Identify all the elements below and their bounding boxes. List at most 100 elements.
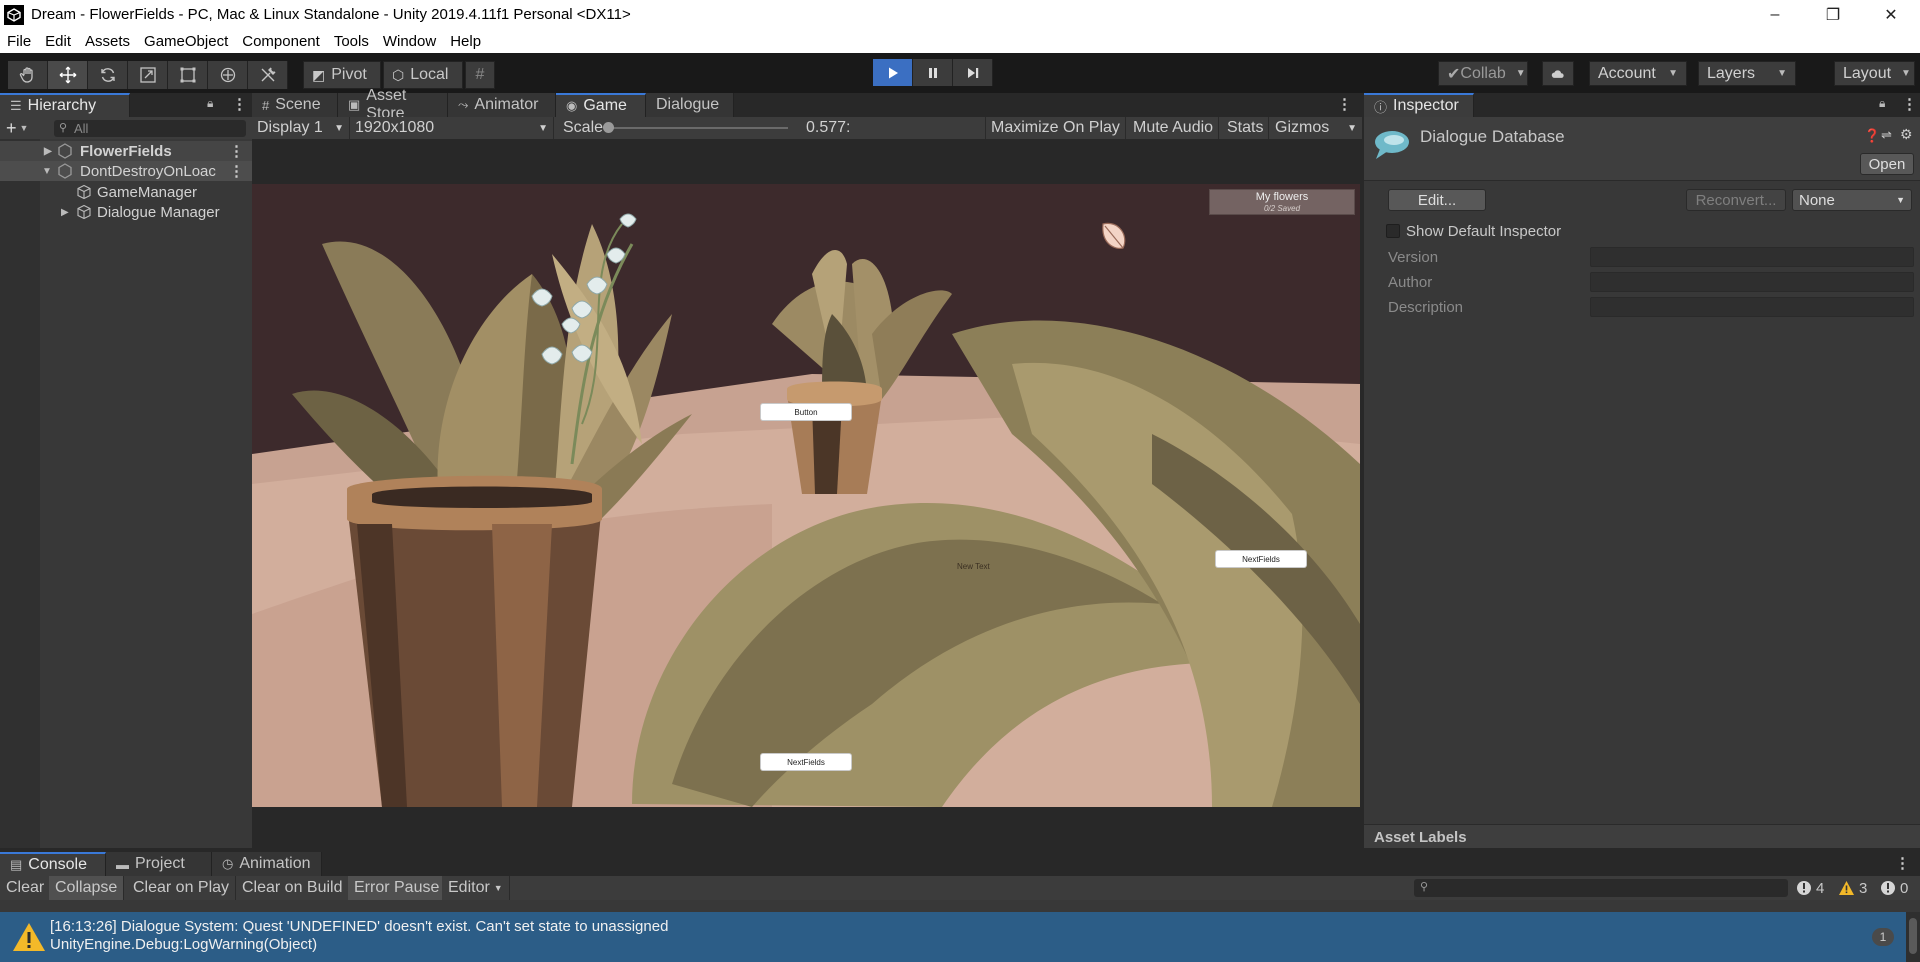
console-scrollbar[interactable] bbox=[1906, 912, 1920, 962]
cloud-button[interactable] bbox=[1542, 61, 1574, 86]
tab-game[interactable]: ◉ Game bbox=[556, 93, 646, 117]
my-flowers-panel[interactable]: My flowers 0/2 Saved bbox=[1209, 189, 1355, 215]
info-count-toggle[interactable]: 4 bbox=[1796, 876, 1824, 900]
menu-help[interactable]: Help bbox=[443, 33, 488, 50]
layers-dropdown[interactable]: Layers ▼ bbox=[1698, 61, 1796, 86]
minimize-button[interactable]: – bbox=[1746, 0, 1804, 29]
grid-snap-button[interactable]: # bbox=[465, 61, 495, 89]
game-render-view[interactable]: Button NextFields NextFields New Text bbox=[252, 184, 1360, 807]
tab-animation[interactable]: ◷ Animation bbox=[212, 852, 322, 876]
tab-hierarchy[interactable]: ☰ Hierarchy bbox=[0, 93, 130, 117]
pause-button[interactable] bbox=[913, 59, 953, 86]
console-search-input[interactable]: ⚲ bbox=[1414, 879, 1788, 897]
hierarchy-item-dialoguemanager[interactable]: ▶ Dialogue Manager bbox=[0, 202, 252, 222]
resolution-dropdown[interactable]: 1920x1080 ▼ bbox=[350, 117, 554, 139]
edit-button[interactable]: Edit... bbox=[1388, 189, 1486, 211]
gear-icon[interactable]: ⚙ bbox=[1900, 126, 1913, 143]
menu-gameobject[interactable]: GameObject bbox=[137, 33, 235, 50]
kebab-menu-icon[interactable]: ⋮ bbox=[1902, 95, 1917, 113]
menu-window[interactable]: Window bbox=[376, 33, 443, 50]
expand-arrow-icon[interactable]: ▶ bbox=[61, 207, 69, 218]
scale-tool-icon[interactable] bbox=[128, 61, 168, 89]
description-field[interactable] bbox=[1590, 297, 1914, 317]
clear-on-build-toggle[interactable]: Clear on Build bbox=[236, 876, 350, 900]
conversion-dropdown[interactable]: None ▼ bbox=[1792, 189, 1912, 211]
author-field[interactable] bbox=[1590, 272, 1914, 292]
reconvert-button[interactable]: Reconvert... bbox=[1686, 189, 1786, 211]
kebab-menu-icon[interactable]: ⋮ bbox=[1895, 854, 1910, 872]
collapse-arrow-icon[interactable]: ▼ bbox=[42, 166, 52, 177]
custom-tool-icon[interactable] bbox=[248, 61, 288, 89]
menu-edit[interactable]: Edit bbox=[38, 33, 78, 50]
close-button[interactable]: ✕ bbox=[1862, 0, 1920, 29]
collab-dropdown[interactable]: ✔ Collab ▼ bbox=[1438, 61, 1528, 86]
hierarchy-scene-flowerfields[interactable]: ▶ FlowerFields ⋮ bbox=[0, 141, 252, 161]
menu-file[interactable]: File bbox=[0, 33, 38, 50]
collapse-toggle[interactable]: Collapse bbox=[49, 876, 125, 900]
play-button[interactable] bbox=[873, 59, 913, 86]
kebab-menu-icon[interactable]: ⋮ bbox=[229, 142, 244, 160]
add-icon[interactable]: + bbox=[6, 118, 17, 139]
tab-asset-store[interactable]: ▣ Asset Store bbox=[338, 87, 448, 122]
kebab-menu-icon[interactable]: ⋮ bbox=[1337, 95, 1352, 113]
error-icon bbox=[1881, 881, 1895, 895]
menu-assets[interactable]: Assets bbox=[78, 33, 137, 50]
clear-on-play-toggle[interactable]: Clear on Play bbox=[127, 876, 237, 900]
console-log-entry[interactable]: [16:13:26] Dialogue System: Quest 'UNDEF… bbox=[0, 912, 1906, 962]
scrollbar-thumb[interactable] bbox=[1909, 918, 1917, 954]
next-fields-button-bottom[interactable]: NextFields bbox=[761, 754, 851, 770]
pivot-toggle[interactable]: ◩ Pivot bbox=[303, 61, 381, 89]
tab-console[interactable]: ▤ Console bbox=[0, 852, 106, 876]
rect-tool-icon[interactable] bbox=[168, 61, 208, 89]
editor-dropdown[interactable]: Editor ▼ bbox=[442, 876, 510, 900]
menu-component[interactable]: Component bbox=[235, 33, 327, 50]
mute-audio-toggle[interactable]: Mute Audio bbox=[1128, 117, 1220, 139]
game-button[interactable]: Button bbox=[761, 404, 851, 420]
tab-project[interactable]: ▬ Project bbox=[106, 852, 212, 876]
step-button[interactable] bbox=[953, 59, 993, 86]
kebab-menu-icon[interactable]: ⋮ bbox=[232, 95, 247, 113]
hierarchy-scene-dontdestroyonload[interactable]: ▼ DontDestroyOnLoac ⋮ bbox=[0, 161, 252, 181]
show-default-checkbox[interactable] bbox=[1386, 224, 1400, 238]
preset-icon[interactable]: ⇌ bbox=[1881, 127, 1892, 143]
account-dropdown[interactable]: Account ▼ bbox=[1589, 61, 1687, 86]
asset-labels-bar[interactable]: Asset Labels bbox=[1364, 824, 1920, 848]
hierarchy-item-gamemanager[interactable]: GameManager bbox=[0, 182, 252, 202]
warning-count-toggle[interactable]: 3 bbox=[1838, 876, 1867, 900]
log-stacktrace: UnityEngine.Debug:LogWarning(Object) bbox=[50, 936, 318, 953]
hierarchy-search-input[interactable]: ⚲ All bbox=[54, 120, 246, 137]
maximize-on-play-toggle[interactable]: Maximize On Play bbox=[985, 117, 1126, 139]
gizmos-dropdown[interactable]: Gizmos ▼ bbox=[1270, 117, 1362, 139]
chevron-down-icon: ▼ bbox=[1901, 68, 1911, 79]
display-dropdown[interactable]: Display 1 ▼ bbox=[252, 117, 350, 139]
tab-dialogue[interactable]: Dialogue bbox=[646, 93, 734, 117]
version-field[interactable] bbox=[1590, 247, 1914, 267]
open-button[interactable]: Open bbox=[1860, 153, 1914, 175]
stats-toggle[interactable]: Stats bbox=[1222, 117, 1270, 139]
clear-button[interactable]: Clear bbox=[0, 876, 52, 900]
move-tool-icon[interactable] bbox=[48, 61, 88, 89]
transform-tool-icon[interactable] bbox=[208, 61, 248, 89]
scale-slider-thumb[interactable] bbox=[603, 122, 614, 133]
rotate-tool-icon[interactable] bbox=[88, 61, 128, 89]
scale-slider[interactable] bbox=[603, 122, 788, 133]
lock-icon[interactable]: 🔒︎ bbox=[207, 96, 213, 111]
hand-tool-icon[interactable] bbox=[8, 61, 48, 89]
next-fields-button-right[interactable]: NextFields bbox=[1216, 551, 1306, 567]
error-pause-toggle[interactable]: Error Pause bbox=[348, 876, 447, 900]
expand-arrow-icon[interactable]: ▶ bbox=[44, 146, 52, 157]
chevron-down-icon: ▼ bbox=[1668, 68, 1678, 79]
layout-dropdown[interactable]: Layout ▼ bbox=[1834, 61, 1915, 86]
tab-scene[interactable]: # Scene bbox=[252, 93, 338, 117]
local-toggle[interactable]: ⬡ Local bbox=[383, 61, 463, 89]
help-icon[interactable]: ❓ bbox=[1864, 128, 1880, 144]
kebab-menu-icon[interactable]: ⋮ bbox=[229, 162, 244, 180]
tab-animator[interactable]: ⤳ Animator bbox=[448, 93, 556, 117]
collab-check-icon: ✔ bbox=[1447, 65, 1461, 83]
chevron-down-icon[interactable]: ▼ bbox=[20, 123, 29, 133]
menu-tools[interactable]: Tools bbox=[327, 33, 376, 50]
maximize-button[interactable]: ❐ bbox=[1804, 0, 1862, 29]
error-count-toggle[interactable]: 0 bbox=[1880, 876, 1908, 900]
tab-inspector[interactable]: ⓘ Inspector bbox=[1364, 93, 1474, 117]
lock-icon[interactable]: 🔒︎ bbox=[1879, 96, 1885, 111]
